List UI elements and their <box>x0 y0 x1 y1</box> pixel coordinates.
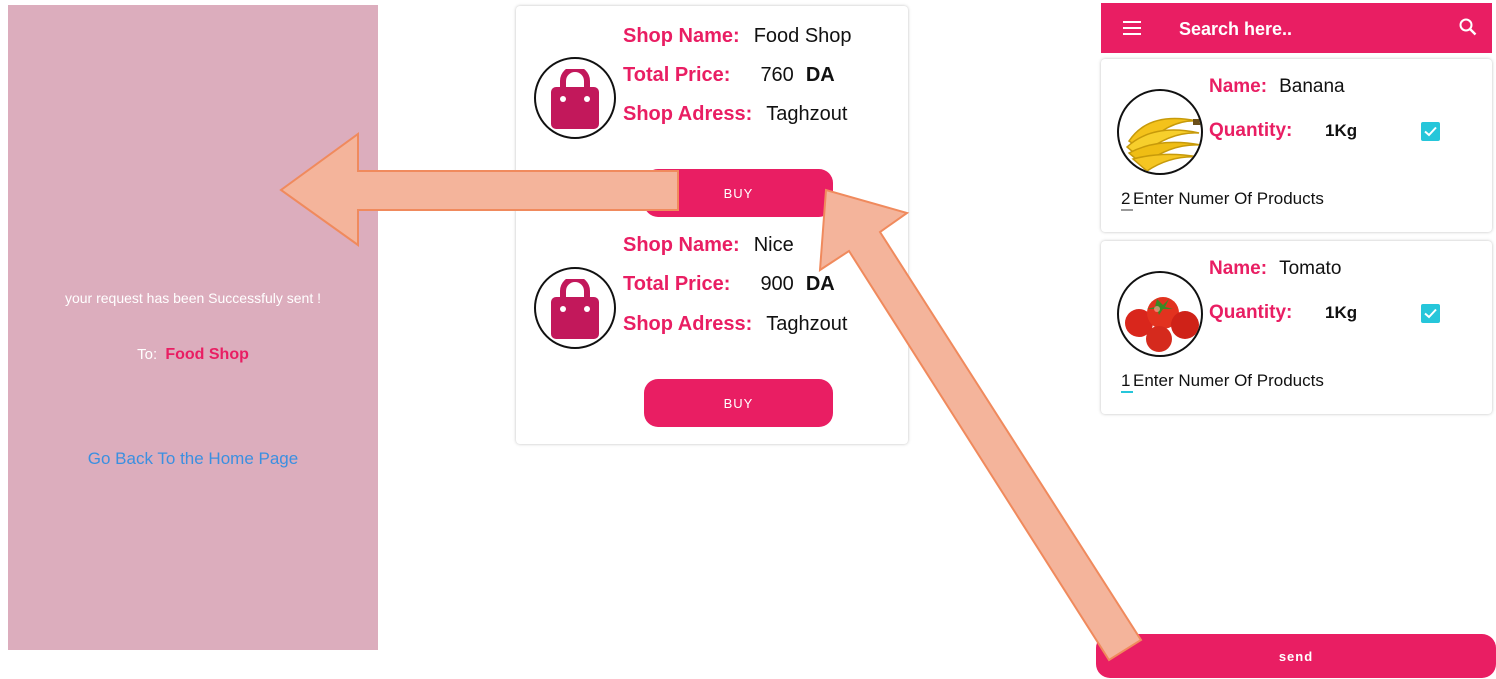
product-count-input[interactable] <box>1121 189 1133 211</box>
banana-image <box>1117 89 1203 175</box>
product-count-label: Enter Numer Of Products <box>1133 189 1324 208</box>
search-input[interactable] <box>1179 16 1439 42</box>
product-quantity-value: 1Kg <box>1325 121 1358 140</box>
product-select-checkbox[interactable] <box>1421 122 1440 141</box>
product-select-checkbox[interactable] <box>1421 304 1440 323</box>
total-price-value: 760 <box>760 64 794 86</box>
menu-icon[interactable] <box>1123 21 1141 35</box>
product-name-value: Banana <box>1279 76 1345 97</box>
to-label: To: <box>137 346 158 363</box>
product-card: Name: Tomato Quantity: 1Kg Enter Numer Of… <box>1101 241 1492 414</box>
product-quantity-label: Quantity: <box>1209 302 1293 323</box>
recipient-shop-name: Food Shop <box>165 346 249 363</box>
shop-name-label: Shop Name: <box>623 25 740 47</box>
shop-name-row: Shop Name: Nice <box>623 234 794 257</box>
total-price-label: Total Price: <box>623 64 731 86</box>
send-button[interactable]: send <box>1096 634 1496 678</box>
currency: DA <box>805 64 835 86</box>
buy-button[interactable]: BUY <box>644 379 833 427</box>
total-price-value: 900 <box>760 273 794 295</box>
shopping-bag-icon <box>551 279 599 339</box>
product-name-label: Name: <box>1209 76 1268 97</box>
shop-name-row: Shop Name: Food Shop <box>623 25 852 48</box>
shop-address-value: Taghzout <box>766 103 848 125</box>
success-recipient: To: Food Shop <box>8 346 378 364</box>
product-quantity-value: 1Kg <box>1325 303 1358 322</box>
shop-item: Shop Name: Nice Total Price: 900 DA Shop Ad… <box>516 216 908 427</box>
total-price-row: Total Price: 900 DA <box>623 273 835 296</box>
shop-address-label: Shop Adress: <box>623 103 753 125</box>
shop-name-label: Shop Name: <box>623 234 740 256</box>
buy-button[interactable]: BUY <box>644 169 833 217</box>
product-quantity-label: Quantity: <box>1209 120 1293 141</box>
total-price-label: Total Price: <box>623 273 731 295</box>
product-card: Name: Banana Quantity: 1Kg Enter Numer Of… <box>1101 59 1492 232</box>
shop-address-row: Shop Adress: Taghzout <box>623 103 847 126</box>
search-toolbar <box>1101 3 1492 53</box>
product-count-input[interactable] <box>1121 371 1133 393</box>
currency: DA <box>805 273 835 295</box>
success-message: your request has been Successfuly sent ! <box>64 290 322 306</box>
shop-address-value: Taghzout <box>766 313 848 335</box>
shop-item: Shop Name: Food Shop Total Price: 760 DA Sh… <box>516 6 908 217</box>
success-screen: your request has been Successfuly sent !… <box>8 5 378 650</box>
shop-address-row: Shop Adress: Taghzout <box>623 313 847 336</box>
shop-name-value: Food Shop <box>753 25 852 47</box>
checkbox-checked-icon <box>1424 308 1437 319</box>
total-price-row: Total Price: 760 DA <box>623 64 835 87</box>
home-page-link[interactable]: Go Back To the Home Page <box>8 449 378 469</box>
product-quantity-row: Quantity: <box>1209 302 1292 324</box>
product-name-row: Name: Tomato <box>1209 258 1341 280</box>
product-quantity-row: Quantity: <box>1209 120 1292 142</box>
tomato-image <box>1117 271 1203 357</box>
product-count-label: Enter Numer Of Products <box>1133 371 1324 390</box>
product-name-value: Tomato <box>1279 258 1342 279</box>
product-name-label: Name: <box>1209 258 1268 279</box>
product-screen: Name: Banana Quantity: 1Kg Enter Numer Of… <box>1096 0 1496 679</box>
shop-list: Shop Name: Food Shop Total Price: 760 DA Sh… <box>516 6 908 444</box>
stage: your request has been Successfuly sent !… <box>0 0 1496 679</box>
shop-avatar <box>534 57 616 139</box>
shopping-bag-icon <box>551 69 599 129</box>
product-count-row: Enter Numer Of Products <box>1121 371 1324 393</box>
shop-avatar <box>534 267 616 349</box>
product-count-row: Enter Numer Of Products <box>1121 189 1324 211</box>
shop-address-label: Shop Adress: <box>623 313 753 335</box>
product-name-row: Name: Banana <box>1209 76 1345 98</box>
checkbox-checked-icon <box>1424 126 1437 137</box>
shop-name-value: Nice <box>753 234 794 256</box>
search-icon[interactable] <box>1459 18 1477 36</box>
